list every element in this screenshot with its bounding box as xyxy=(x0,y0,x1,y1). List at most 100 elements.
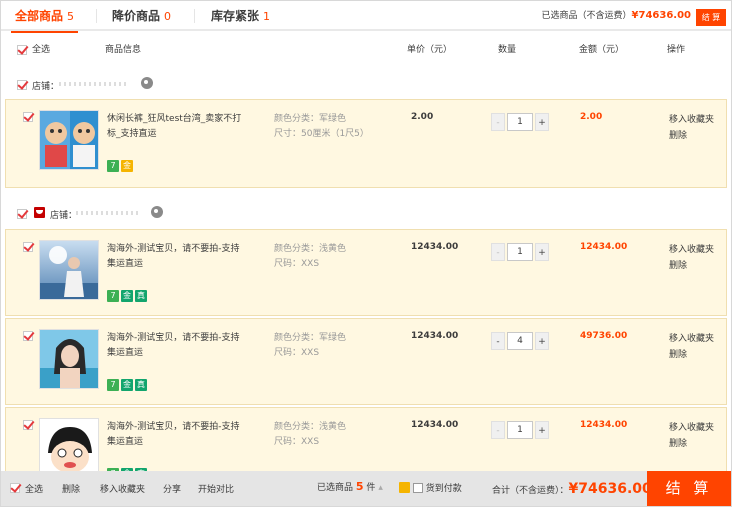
top-checkout-button[interactable]: 结 算 xyxy=(696,9,726,26)
select-all-label: 全选 xyxy=(32,45,51,55)
column-quantity: 数量 xyxy=(498,45,517,55)
item-ops: 移入收藏夹 删除 xyxy=(669,112,714,144)
authentic-guarantee-icon: 真 xyxy=(135,290,147,302)
item-ops: 移入收藏夹 删除 xyxy=(669,242,714,274)
item-subtotal: 12434.00 xyxy=(580,242,628,252)
quantity-stepper: - 4 + xyxy=(491,332,549,350)
delete-link[interactable]: 删除 xyxy=(669,258,714,274)
item-checkbox[interactable] xyxy=(23,331,33,341)
checkout-bar: 全选 删除 移入收藏夹 分享 开始对比 已选商品 5 件 ▴ 货到付款 合计（不… xyxy=(1,471,731,506)
item-checkbox[interactable] xyxy=(23,112,33,122)
column-item-info: 商品信息 xyxy=(105,45,142,55)
qty-increase-button[interactable]: + xyxy=(535,332,549,350)
cash-on-delivery-option[interactable]: 货到付款 xyxy=(399,481,462,494)
wangwang-chat-icon[interactable] xyxy=(141,77,153,89)
seven-day-return-icon: 7 xyxy=(107,290,119,302)
shop-row: 店铺： xyxy=(1,74,731,96)
shop-checkbox[interactable] xyxy=(17,209,27,219)
delete-link[interactable]: 删除 xyxy=(669,347,714,363)
seven-day-return-icon: 7 xyxy=(107,379,119,391)
item-title[interactable]: 淘海外-测试宝贝，请不要拍-支持集运直运 xyxy=(107,242,247,272)
share-link[interactable]: 分享 xyxy=(163,482,181,495)
move-to-favorites-link[interactable]: 移入收藏夹 xyxy=(669,112,714,128)
item-checkbox[interactable] xyxy=(23,242,33,252)
tab-low-stock[interactable]: 库存紧张 1 xyxy=(211,1,270,31)
gold-seller-icon: 金 xyxy=(121,160,133,172)
wangwang-chat-icon[interactable] xyxy=(151,206,163,218)
qty-input[interactable]: 1 xyxy=(507,421,533,439)
bottom-move-to-favorites-link[interactable]: 移入收藏夹 xyxy=(100,482,145,495)
qty-decrease-button[interactable]: - xyxy=(491,113,505,131)
shop-label: 店铺： xyxy=(50,211,78,221)
item-sku: 颜色分类：军绿色 尺码：XXS xyxy=(274,333,347,358)
qty-increase-button[interactable]: + xyxy=(535,243,549,261)
shop-checkbox[interactable] xyxy=(17,80,27,90)
qty-decrease-button[interactable]: - xyxy=(491,243,505,261)
gold-seller-icon: 金 xyxy=(121,290,133,302)
item-thumbnail[interactable] xyxy=(39,329,99,389)
item-ops: 移入收藏夹 删除 xyxy=(669,420,714,452)
item-title[interactable]: 淘海外-测试宝贝，请不要拍-支持集运直运 xyxy=(107,331,247,361)
move-to-favorites-link[interactable]: 移入收藏夹 xyxy=(669,420,714,436)
qty-input[interactable]: 4 xyxy=(507,332,533,350)
checkout-button[interactable]: 结 算 xyxy=(647,471,731,506)
column-unit-price: 单价（元） xyxy=(407,45,453,55)
column-header: 全选 商品信息 单价（元） 数量 金额（元） 操作 xyxy=(1,40,731,60)
selected-summary: 已选商品（不含运费）¥74636.00 xyxy=(541,10,691,21)
select-all-checkbox[interactable] xyxy=(17,45,27,55)
item-thumbnail[interactable] xyxy=(39,110,99,170)
move-to-favorites-link[interactable]: 移入收藏夹 xyxy=(669,242,714,258)
bottom-select-all-checkbox[interactable] xyxy=(10,483,20,493)
service-badges: 7金真 xyxy=(107,379,149,391)
shop-name-blurred xyxy=(59,82,127,86)
item-subtotal: 49736.00 xyxy=(580,331,628,341)
tab-all-items[interactable]: 全部商品 5 xyxy=(10,1,79,33)
item-ops: 移入收藏夹 删除 xyxy=(669,331,714,363)
selected-items-count: 已选商品 5 件 ▴ xyxy=(317,480,383,493)
qty-increase-button[interactable]: + xyxy=(535,113,549,131)
cart-item: 休闲长裤_狂风test台湾_卖家不打标_支持直运 7金 颜色分类：军绿色 尺寸：5… xyxy=(5,99,727,188)
shop-name-blurred xyxy=(76,211,140,215)
grand-total: 合计（不含运费）：¥74636.00 xyxy=(492,481,652,497)
compare-link[interactable]: 开始对比 xyxy=(198,482,234,495)
cart-item: 淘海外-测试宝贝，请不要拍-支持集运直运 7金真 颜色分类：浅黄色尺码：XXS … xyxy=(5,407,727,471)
move-to-favorites-link[interactable]: 移入收藏夹 xyxy=(669,331,714,347)
cart-item: 淘海外-测试宝贝，请不要拍-支持集运直运 7金真 颜色分类：浅黄色尺码：XXS … xyxy=(5,229,727,316)
authentic-guarantee-icon: 真 xyxy=(135,379,147,391)
quantity-stepper: - 1 + xyxy=(491,421,549,439)
item-subtotal: 12434.00 xyxy=(580,420,628,430)
service-badges: 7金 xyxy=(107,160,135,172)
item-sku: 颜色分类：军绿色 尺寸：50厘米（1尺5） xyxy=(274,114,369,139)
item-sku: 颜色分类：浅黄色 尺码：XXS xyxy=(274,422,347,447)
item-thumbnail[interactable] xyxy=(39,418,99,471)
item-sku: 颜色分类：浅黄色 尺码：XXS xyxy=(274,244,347,269)
delete-link[interactable]: 删除 xyxy=(669,128,714,144)
service-badges: 7金真 xyxy=(107,290,149,302)
cart-item: 淘海外-测试宝贝，请不要拍-支持集运直运 7金真 颜色分类：军绿色 尺码：XXS … xyxy=(5,318,727,405)
qty-input[interactable]: 1 xyxy=(507,113,533,131)
column-amount: 金额（元） xyxy=(579,45,625,55)
cod-checkbox[interactable] xyxy=(412,483,423,493)
shop-row: 店铺： xyxy=(1,203,731,225)
item-title[interactable]: 淘海外-测试宝贝，请不要拍-支持集运直运 xyxy=(107,420,247,450)
item-unit-price: 12434.00 xyxy=(411,331,459,341)
item-subtotal: 2.00 xyxy=(580,112,603,122)
bottom-delete-link[interactable]: 删除 xyxy=(62,482,80,495)
item-checkbox[interactable] xyxy=(23,420,33,430)
delete-link[interactable]: 删除 xyxy=(669,436,714,452)
column-ops: 操作 xyxy=(667,45,686,55)
seven-day-return-icon: 7 xyxy=(107,160,119,172)
gold-seller-icon: 金 xyxy=(121,379,133,391)
item-thumbnail[interactable] xyxy=(39,240,99,300)
tab-price-drop[interactable]: 降价商品 0 xyxy=(112,1,171,31)
qty-increase-button[interactable]: + xyxy=(535,421,549,439)
item-title[interactable]: 休闲长裤_狂风test台湾_卖家不打标_支持直运 xyxy=(107,112,247,142)
qty-decrease-button[interactable]: - xyxy=(491,421,505,439)
tab-divider xyxy=(194,9,195,23)
cart-tabs: 全部商品 5 降价商品 0 库存紧张 1 已选商品（不含运费）¥74636.00 结 … xyxy=(1,1,731,33)
shop-label: 店铺： xyxy=(32,82,60,92)
bottom-select-all-label[interactable]: 全选 xyxy=(25,482,43,495)
qty-input[interactable]: 1 xyxy=(507,243,533,261)
qty-decrease-button[interactable]: - xyxy=(491,332,505,350)
coin-icon xyxy=(399,482,410,493)
